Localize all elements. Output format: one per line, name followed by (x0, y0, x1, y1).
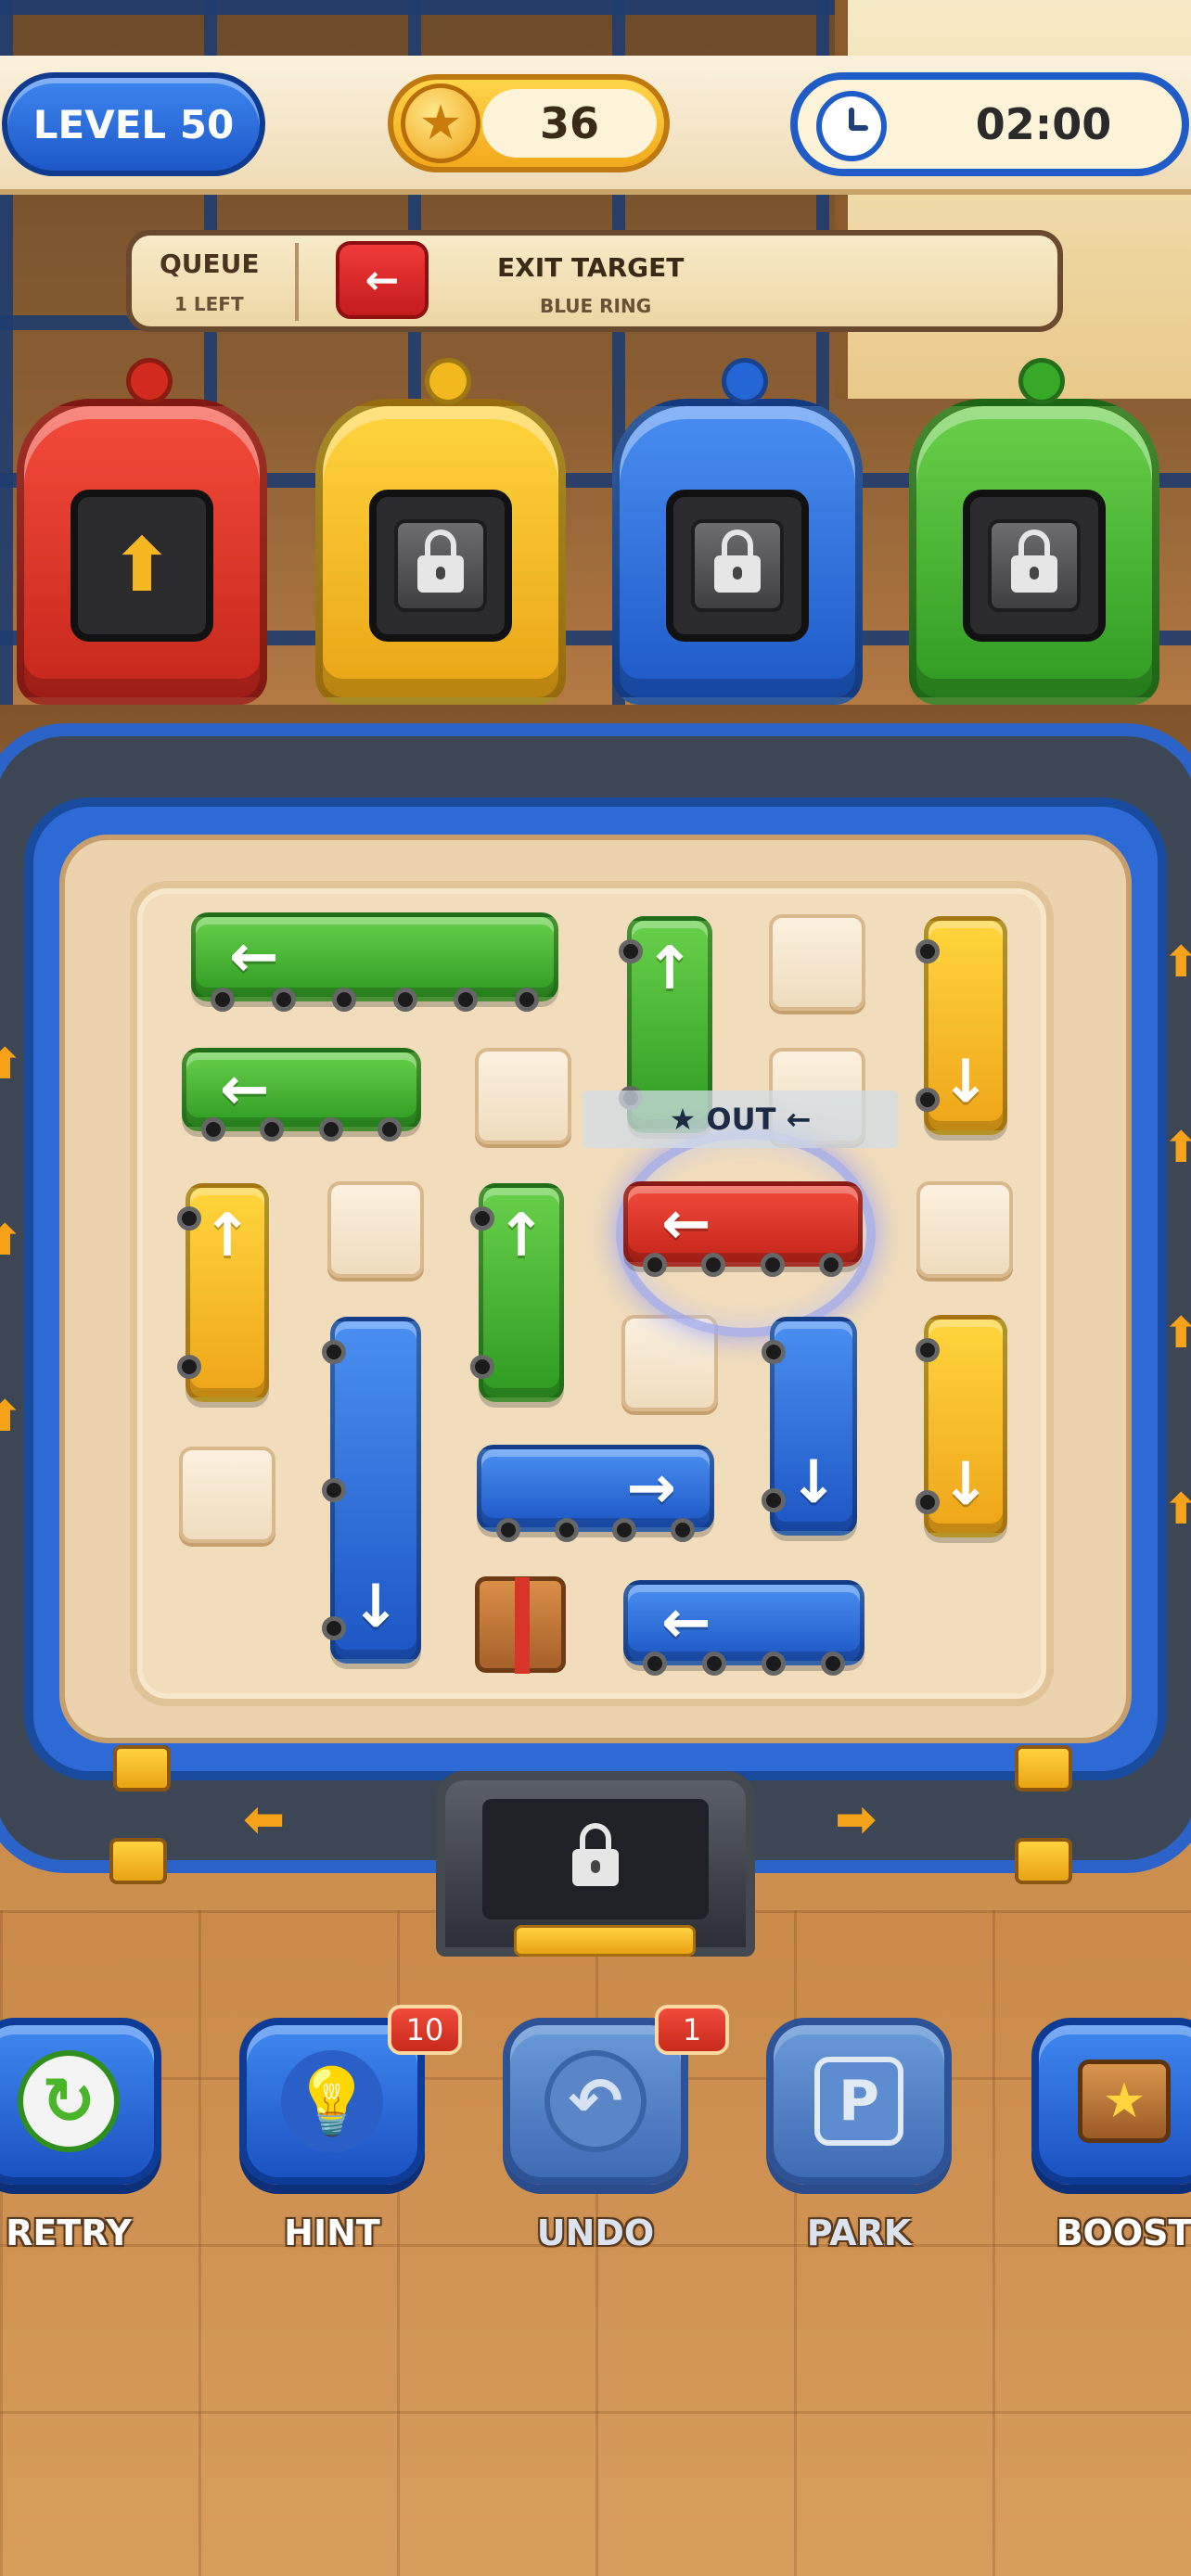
car-yellow-vertical[interactable]: ↓ (916, 1315, 1007, 1537)
lock-icon (394, 519, 487, 612)
car-green-horizontal[interactable]: ← (191, 912, 558, 1012)
car-red-target[interactable]: ← (623, 1181, 863, 1277)
car-blue-horizontal[interactable]: → (477, 1445, 714, 1542)
car-yellow-vertical[interactable]: ↑ (177, 1183, 269, 1402)
retry-label: RETRY (6, 2213, 132, 2253)
grid-cell-empty[interactable] (475, 1048, 571, 1144)
garage-knob (425, 358, 471, 404)
undo-count-badge: 1 (655, 2005, 729, 2055)
garage-knob (126, 358, 173, 404)
level-indicator: LEVEL 50 (2, 72, 265, 176)
track-arrow-up-icon: ⬆ (0, 1039, 23, 1089)
timer-value: 02:00 (975, 99, 1112, 149)
car-blue-vertical[interactable]: ↓ (762, 1317, 857, 1536)
retry-icon: ↻ (18, 2050, 120, 2152)
track-post (1015, 1745, 1072, 1792)
track-post (113, 1745, 171, 1792)
car-yellow-vertical[interactable]: ↓ (916, 916, 1007, 1135)
undo-icon: ↶ (544, 2050, 647, 2152)
garage-door-open: ⬆ (70, 490, 213, 642)
track-arrow-right-icon: ➡ (835, 1790, 877, 1848)
gate-lock-area (482, 1799, 709, 1919)
garage-yellow[interactable] (315, 358, 566, 705)
hint-count-badge: 10 (388, 2005, 462, 2055)
queue-title: QUEUE (160, 249, 260, 279)
queue-divider (295, 243, 299, 321)
arrow-right-icon: → (626, 1454, 676, 1523)
track-post (109, 1838, 167, 1884)
hint-label: HINT (284, 2213, 380, 2253)
grid-cell-empty[interactable] (916, 1181, 1013, 1278)
track-arrow-left-icon: ⬅ (243, 1790, 286, 1848)
car-blue-horizontal[interactable]: ← (623, 1580, 864, 1676)
track-arrow-up-icon: ⬆ (0, 1215, 23, 1265)
track-post (1015, 1838, 1072, 1884)
retry-button[interactable]: ↻ (0, 2018, 161, 2185)
crate-obstacle (475, 1576, 566, 1674)
garage-door-locked (369, 490, 512, 642)
garage-green[interactable] (909, 358, 1159, 705)
track-arrow-up-icon: ⬆ (1163, 1122, 1191, 1172)
boost-button[interactable]: ★ (1031, 2018, 1191, 2185)
track-arrow-up-icon: ⬆ (1163, 937, 1191, 987)
arrow-left-icon: ← (661, 1190, 711, 1258)
parking-icon: P (814, 2057, 903, 2146)
boost-label: BOOST (1056, 2213, 1191, 2253)
garage-red[interactable]: ⬆ (17, 358, 267, 705)
star-coin-icon: ★ (401, 83, 480, 163)
arrow-left-icon: ← (220, 1055, 270, 1124)
park-button[interactable]: P (766, 2018, 952, 2185)
park-label: PARK (806, 2213, 912, 2253)
lightbulb-icon: 💡 (281, 2050, 383, 2152)
clock-icon (816, 91, 887, 161)
boost-crate-icon: ★ (1078, 2060, 1171, 2143)
lock-icon (988, 519, 1081, 612)
queue-panel: QUEUE 1 LEFT ← EXIT TARGET BLUE RING (126, 230, 1063, 332)
arrow-left-icon: ← (661, 1588, 711, 1657)
lock-icon (691, 519, 784, 612)
car-blue-vertical[interactable]: ↓ (322, 1317, 421, 1664)
coin-counter: ★ 36 (388, 74, 670, 172)
track-arrow-up-icon: ⬆ (1163, 1307, 1191, 1358)
car-green-vertical[interactable]: ↑ (470, 1183, 564, 1402)
exit-gate (436, 1771, 755, 1957)
gate-barrier (514, 1925, 696, 1957)
grid-cell-empty[interactable] (327, 1181, 424, 1278)
car-green-horizontal[interactable]: ← (182, 1048, 421, 1141)
track-arrow-up-icon: ⬆ (1163, 1484, 1191, 1534)
track-arrow-up-icon: ⬆ (0, 1391, 23, 1441)
arrow-left-icon: ← (229, 923, 279, 991)
lock-icon (549, 1813, 642, 1906)
timer: 02:00 (790, 72, 1189, 176)
exit-target-subtitle: BLUE RING (540, 295, 652, 317)
arrow-up-icon: ⬆ (110, 522, 173, 608)
coin-count: 36 (482, 89, 657, 158)
grid-cell-empty[interactable] (179, 1447, 275, 1543)
queue-remaining: 1 LEFT (174, 293, 244, 315)
exit-target-title: EXIT TARGET (497, 252, 685, 283)
garage-blue[interactable] (612, 358, 863, 705)
exit-out-label: ★ OUT ← (583, 1090, 898, 1148)
garage-knob (722, 358, 768, 404)
undo-label: UNDO (536, 2213, 655, 2253)
queue-next-car-left-arrow-icon: ← (336, 241, 429, 319)
garage-door-locked (666, 490, 809, 642)
garage-knob (1018, 358, 1065, 404)
grid-cell-empty[interactable] (769, 914, 865, 1011)
garage-door-locked (963, 490, 1106, 642)
